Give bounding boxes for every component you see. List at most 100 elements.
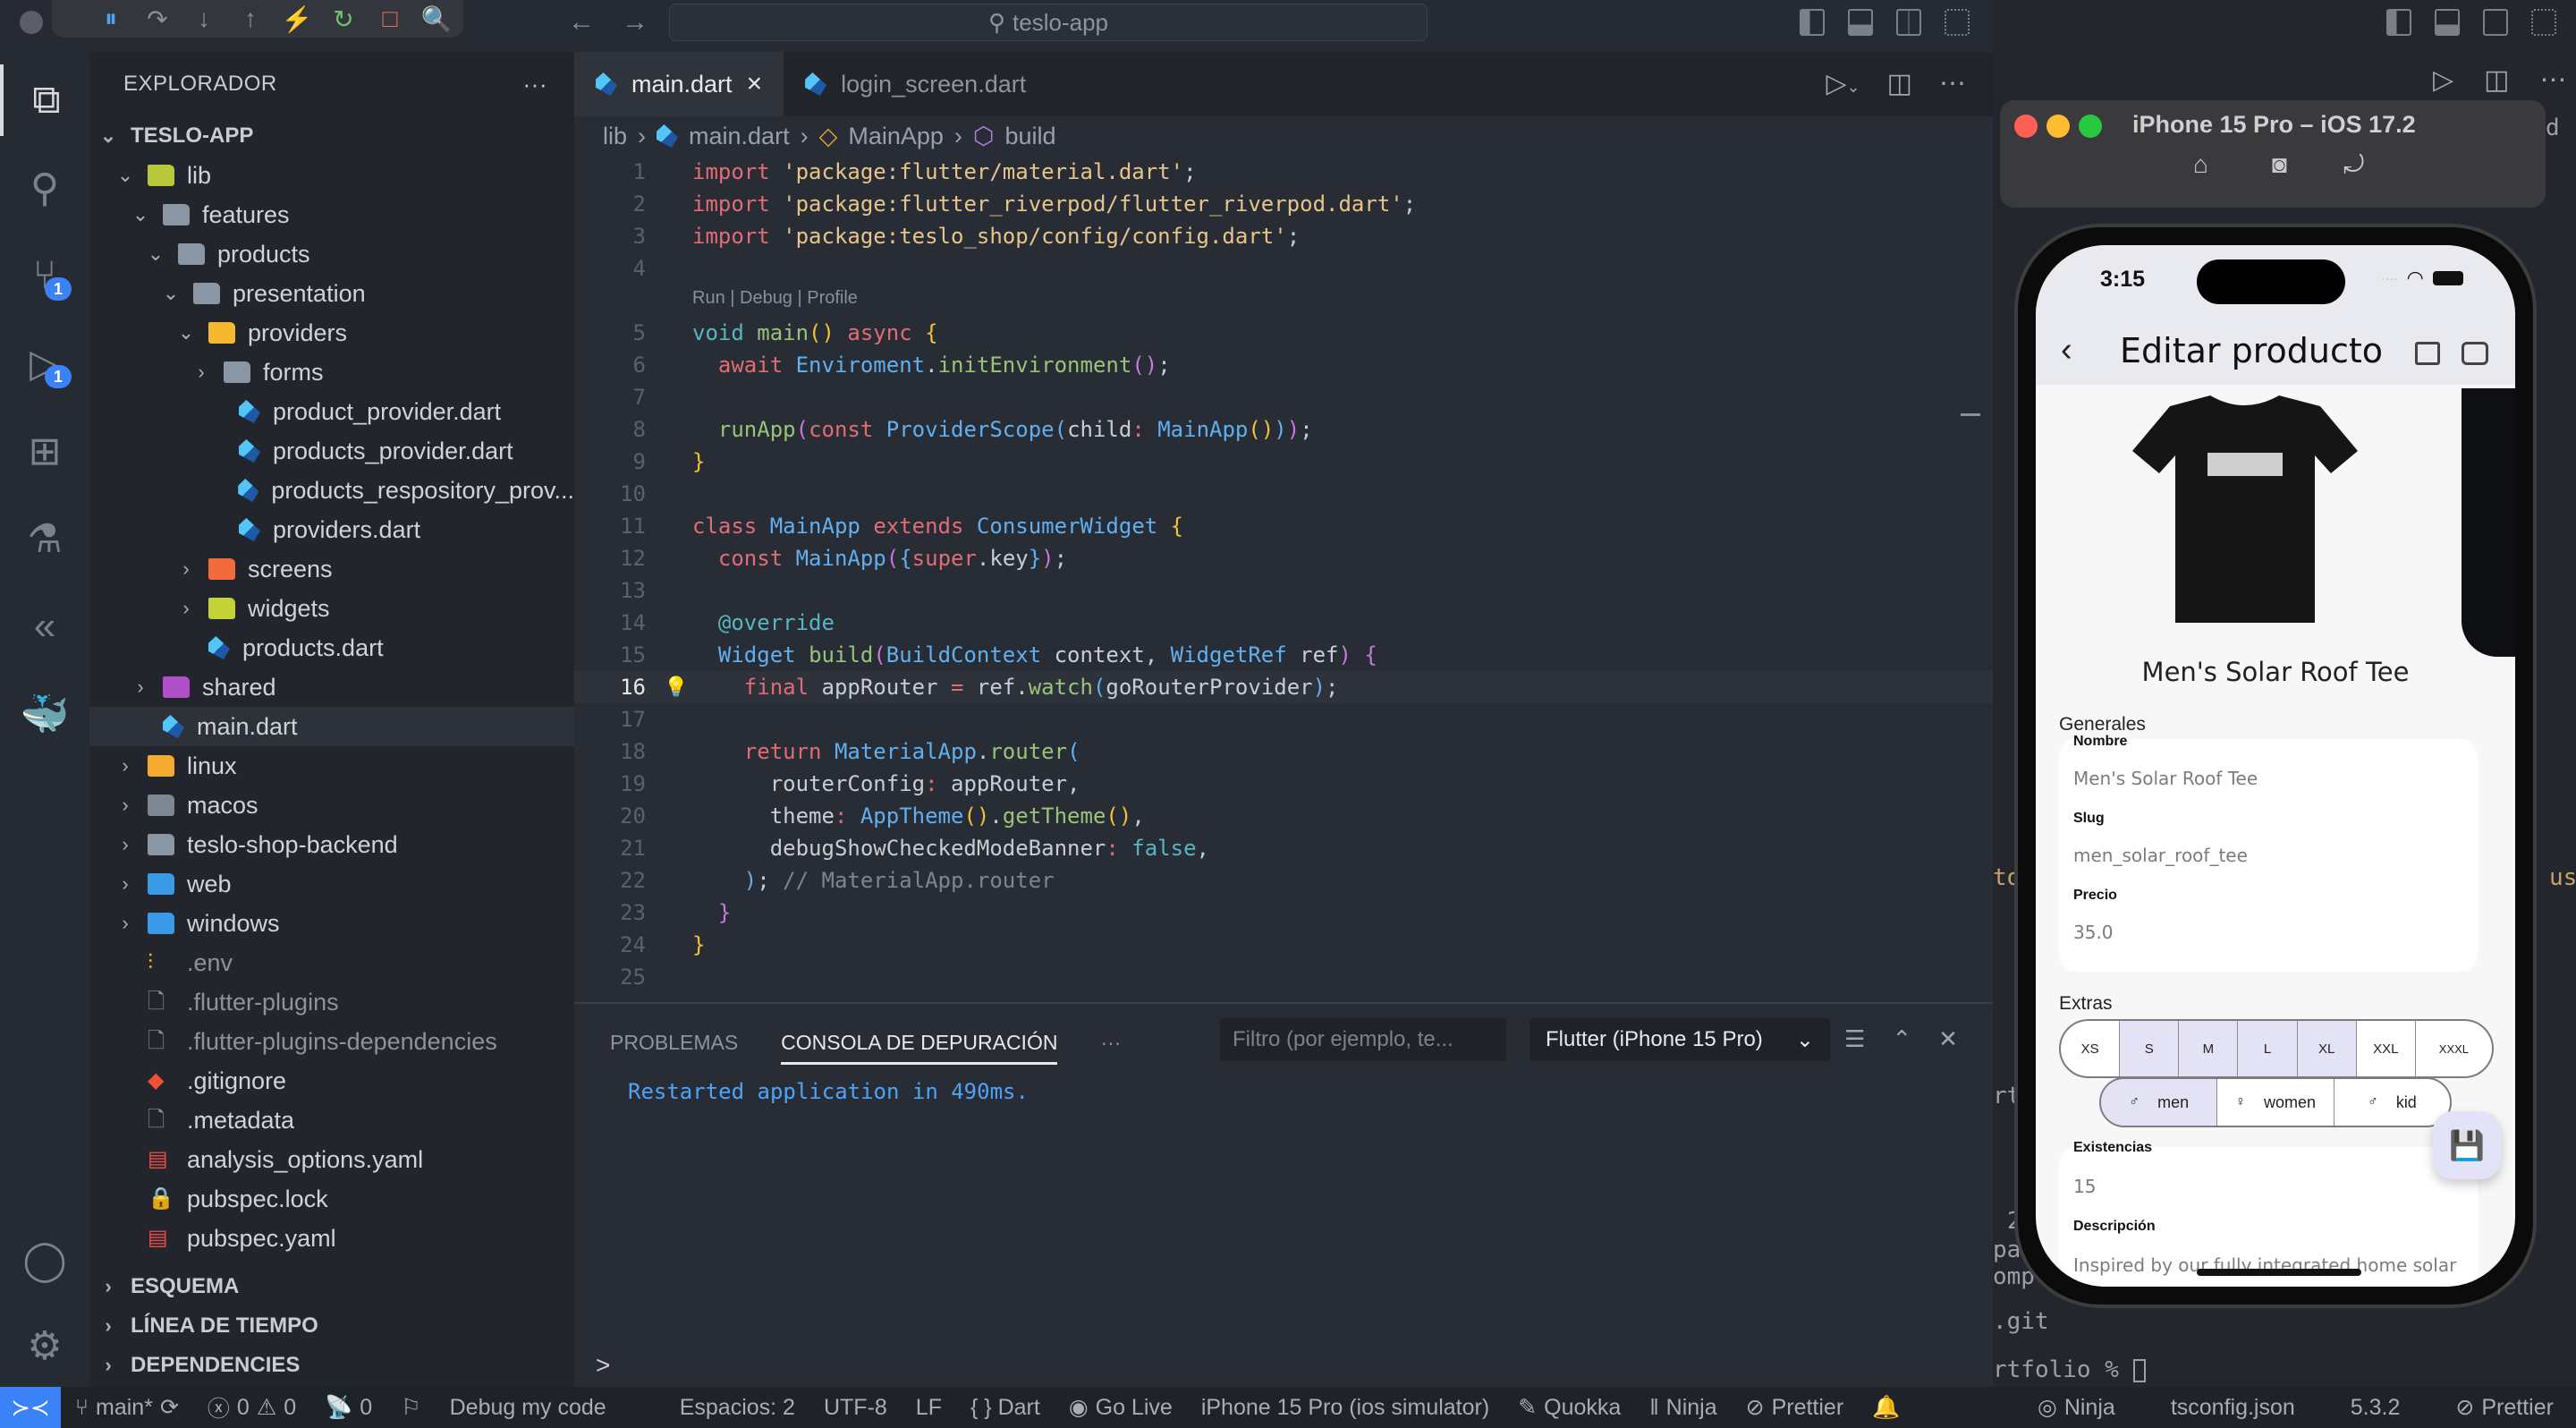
tree-file[interactable]: products_respository_prov... [89, 471, 574, 510]
sim-zoom-button[interactable] [2079, 115, 2102, 138]
status-spaces[interactable]: Espacios: 2 [680, 1395, 795, 1421]
toggle-primary-sidebar-icon[interactable] [1800, 9, 1825, 36]
debug-launch[interactable]: ⚐ Debug my code [401, 1394, 606, 1421]
product-image[interactable] [2036, 388, 2454, 657]
status-ninja[interactable]: ‖ Ninja [1649, 1395, 1716, 1421]
step-into-icon[interactable]: ↓ [181, 1, 227, 37]
tree-folder[interactable]: ⌄ providers [89, 313, 574, 353]
activity-docker[interactable]: 🐳 [0, 678, 89, 750]
tree-file[interactable]: providers.dart [89, 510, 574, 549]
status-language[interactable]: { } Dart [970, 1395, 1040, 1421]
activity-explorer[interactable]: ⧉ [0, 64, 89, 136]
activity-run-debug[interactable]: ▷ 1 [0, 327, 89, 399]
tree-file[interactable]: main.dart [89, 707, 574, 746]
toggle-panel-icon[interactable] [1848, 9, 1873, 36]
hot-reload-icon[interactable]: ⚡ [274, 1, 320, 37]
save-button[interactable]: 💾 [2433, 1111, 2501, 1179]
tree-file[interactable]: ⫶ .env [89, 943, 574, 982]
branch-indicator[interactable]: ⑂ main* ⟳ [75, 1394, 179, 1421]
gallery-icon[interactable] [2415, 342, 2440, 365]
tab-problems[interactable]: PROBLEMAS [610, 1004, 738, 1081]
panel-more-icon[interactable]: ··· [1100, 1004, 1121, 1081]
tree-folder[interactable]: › widgets [89, 589, 574, 628]
gender-option-kid[interactable]: ♂ kid [2334, 1079, 2450, 1126]
stop-icon[interactable]: □ [367, 1, 413, 37]
status-ts-version[interactable]: 5.3.2 [2351, 1395, 2401, 1421]
tree-folder[interactable]: ⌄ lib [89, 156, 574, 195]
breadcrumb-item[interactable]: main.dart [689, 123, 790, 150]
activity-source-control[interactable]: ⑂ 1 [0, 240, 89, 311]
breadcrumb-item[interactable]: lib [603, 123, 627, 150]
gender-option-women[interactable]: ♀ women [2217, 1079, 2334, 1126]
codelens-run-debug-profile[interactable]: Run | Debug | Profile [692, 288, 858, 309]
sim-minimize-button[interactable] [2046, 115, 2070, 138]
status-tsconfig[interactable]: tsconfig.json [2171, 1395, 2295, 1421]
sidebar-section-esquema[interactable]: › ESQUEMA [89, 1267, 574, 1306]
maximize-panel-icon[interactable]: ⌃ [1892, 1025, 1911, 1053]
flutter-inspector-icon[interactable]: 🔍 [413, 1, 460, 37]
gender-option-men[interactable]: ♂ men [2101, 1079, 2218, 1126]
breadcrumb-item[interactable]: MainApp [848, 123, 944, 150]
size-option-l[interactable]: L [2238, 1021, 2298, 1076]
step-over-icon[interactable]: ↷ [134, 1, 181, 37]
tree-file[interactable]: 🗋 .metadata [89, 1101, 574, 1140]
toggle-secondary-sidebar-icon[interactable] [1896, 9, 1921, 36]
camera-icon[interactable] [2462, 342, 2488, 365]
home-icon[interactable]: ⌂ [2193, 150, 2208, 179]
tree-folder[interactable]: ⌄ features [89, 195, 574, 234]
field-existencias-input[interactable]: 15 [2073, 1176, 2096, 1197]
problems-indicator[interactable]: ⓧ 0 ⚠ 0 [208, 1391, 296, 1424]
field-nombre-input[interactable]: Men's Solar Roof Tee [2073, 768, 2258, 789]
console-input-prompt[interactable]: > [596, 1351, 610, 1380]
tree-file[interactable]: products_provider.dart [89, 431, 574, 471]
workspace-root[interactable]: ⌄ TESLO-APP [89, 116, 574, 156]
split-editor-icon[interactable]: ◫ [1887, 68, 1912, 99]
status-encoding[interactable]: UTF-8 [824, 1395, 887, 1421]
run-icon[interactable]: ▷⌄ [1826, 68, 1860, 99]
tree-file[interactable]: products.dart [89, 628, 574, 667]
activity-settings[interactable]: ⚙ [0, 1310, 89, 1381]
console-filter-input[interactable]: Filtro (por ejemplo, te... [1220, 1018, 1506, 1061]
close-panel-icon[interactable]: ✕ [1938, 1025, 1958, 1053]
status-eol[interactable]: LF [916, 1395, 942, 1421]
back-arrow-icon[interactable]: ← [568, 7, 595, 38]
size-option-m[interactable]: M [2179, 1021, 2239, 1076]
tree-file[interactable]: product_provider.dart [89, 392, 574, 431]
editor-tab[interactable]: main.dart × [574, 52, 784, 116]
window-close-button[interactable] [20, 11, 43, 34]
tree-file[interactable]: 🗋 .flutter-plugins-dependencies [89, 1022, 574, 1061]
sidebar-section-dependencies[interactable]: › DEPENDENCIES [89, 1346, 574, 1385]
field-slug-input[interactable]: men_solar_roof_tee [2073, 845, 2248, 866]
size-option-xxxl[interactable]: XXXL [2416, 1021, 2492, 1076]
tree-file[interactable]: 🔒 pubspec.lock [89, 1179, 574, 1219]
status-ninja-right[interactable]: ◎ Ninja [2038, 1394, 2115, 1421]
restart-icon[interactable]: ↻ [320, 1, 367, 37]
tree-file[interactable]: ◆ .gitignore [89, 1061, 574, 1101]
tree-folder[interactable]: › web [89, 864, 574, 904]
status-device[interactable]: iPhone 15 Pro (ios simulator) [1201, 1395, 1489, 1421]
tree-folder[interactable]: › teslo-shop-backend [89, 825, 574, 864]
tree-folder[interactable]: › windows [89, 904, 574, 943]
size-option-xl[interactable]: XL [2297, 1021, 2357, 1076]
breadcrumb-item[interactable]: build [1005, 123, 1056, 150]
close-tab-icon[interactable]: × [747, 69, 763, 99]
more-actions-icon[interactable]: ⋯ [1939, 68, 1966, 99]
explorer-more-icon[interactable]: ··· [523, 71, 547, 98]
remote-indicator[interactable]: ≻≺ [0, 1387, 61, 1428]
clear-console-icon[interactable]: ☰ [1844, 1025, 1865, 1053]
rotate-icon[interactable]: ⤾ [2343, 150, 2364, 180]
status-go-live[interactable]: ◉ Go Live [1069, 1394, 1173, 1421]
tree-folder[interactable]: › screens [89, 549, 574, 589]
activity-extensions[interactable]: ⊞ [0, 415, 89, 487]
tree-file[interactable]: ▤ pubspec.yaml [89, 1219, 574, 1258]
product-image-secondary[interactable] [2462, 388, 2515, 657]
debug-session-select[interactable]: Flutter (iPhone 15 Pro) ⌄ [1530, 1018, 1830, 1061]
tree-folder[interactable]: › macos [89, 786, 574, 825]
step-out-icon[interactable]: ↑ [227, 1, 274, 37]
command-center-search[interactable]: ⚲ teslo-app [669, 4, 1428, 41]
activity-flutter[interactable]: « [0, 591, 89, 662]
code-editor[interactable]: 1 import 'package:flutter/material.dart';… [574, 156, 1993, 1002]
size-option-xxl[interactable]: XXL [2357, 1021, 2416, 1076]
screenshot-icon[interactable]: ◙ [2272, 150, 2287, 179]
activity-accounts[interactable]: ◯ [0, 1224, 89, 1296]
